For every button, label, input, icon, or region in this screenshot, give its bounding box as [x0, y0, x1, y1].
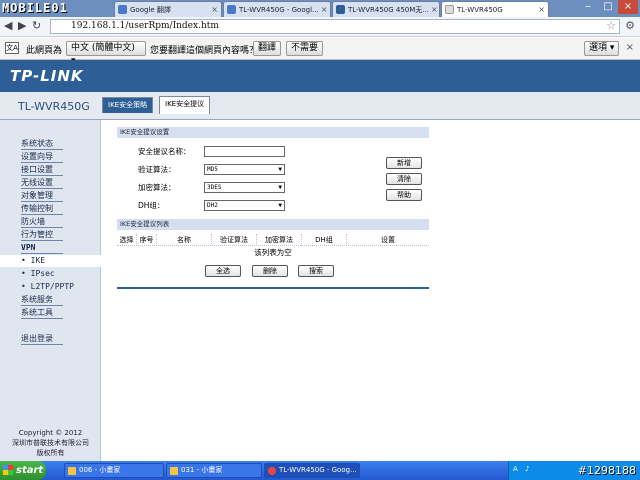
- sidebar-item-wireless[interactable]: 无线设置: [21, 177, 63, 189]
- options-button[interactable]: 選項 ▾: [584, 41, 620, 56]
- router-subheader: TL-WVR450G IKE安全策略 IKE安全提议: [0, 92, 640, 120]
- back-icon[interactable]: ◀: [4, 19, 12, 32]
- sidebar-item-logout[interactable]: 退出登录: [21, 333, 63, 345]
- sidebar-item-objects[interactable]: 对象管理: [21, 190, 63, 202]
- minimize-icon[interactable]: ‒: [578, 0, 598, 14]
- sidebar-item-interfaces[interactable]: 接口设置: [21, 164, 63, 176]
- taskbar-item-paint-031[interactable]: 031 - 小畫家: [166, 463, 262, 478]
- system-tray: A ♪ #1298188: [508, 461, 640, 480]
- clear-button[interactable]: 清除: [386, 173, 422, 185]
- speaker-icon[interactable]: ♪: [525, 465, 529, 473]
- page-icon: [445, 5, 454, 14]
- content-divider: [117, 287, 429, 289]
- tab-ike-proposal[interactable]: IKE安全提议: [159, 96, 211, 114]
- copyright: Copyright © 2012 深圳市普联技术有限公司 版权所有: [12, 429, 89, 457]
- auth-algorithm-select[interactable]: MD5 ▼: [204, 164, 285, 175]
- column-name: 名称: [157, 234, 212, 246]
- translate-button[interactable]: 翻譯: [253, 41, 282, 56]
- windows-flag-icon: [3, 465, 13, 475]
- sidebar-item-behavior[interactable]: 行为管控: [21, 229, 63, 241]
- tp-icon: [336, 5, 345, 14]
- dropdown-arrow-icon: ▼: [278, 184, 282, 191]
- column-index: 序号: [137, 234, 157, 246]
- browser-tab-product[interactable]: TL-WVR450G 450M无... ×: [332, 1, 440, 17]
- paint-icon: [68, 467, 76, 475]
- dh-group-select[interactable]: DH2 ▼: [204, 200, 285, 211]
- encryption-algorithm-label: 加密算法：: [138, 183, 176, 192]
- model-name: TL-WVR450G: [18, 100, 90, 113]
- taskbar-item-paint-006[interactable]: 006 - 小畫家: [64, 463, 164, 478]
- settings-header: IKE安全提议设置: [117, 127, 429, 138]
- translate-bar: 文A 此網頁為 中文 (簡體中文) ▾ 您要翻譯這個網頁內容嗎？ 翻譯 不需要 …: [0, 38, 640, 66]
- add-button[interactable]: 新增: [386, 157, 422, 169]
- close-tab-icon[interactable]: ×: [209, 5, 218, 14]
- reload-icon[interactable]: ↻: [32, 19, 41, 32]
- start-button[interactable]: start: [0, 461, 46, 480]
- empty-list-message: 该列表为空: [254, 248, 292, 257]
- no-thanks-button[interactable]: 不需要: [286, 41, 324, 56]
- sidebar-item-status[interactable]: 系统状态: [21, 138, 63, 150]
- proposal-name-label: 安全提议名称：: [138, 147, 191, 156]
- encryption-algorithm-select[interactable]: 3DES ▼: [204, 182, 285, 193]
- taskbar-item-chrome[interactable]: TL-WVR450G - Goog...: [264, 463, 360, 478]
- tab-ike-policy[interactable]: IKE安全策略: [102, 97, 154, 113]
- browser-tab-google-search[interactable]: TL-WVR450G - Googl... ×: [223, 1, 331, 17]
- sidebar-item-wizard[interactable]: 设置向导: [21, 151, 63, 163]
- browser-toolbar: ◀ ▶ ↻ 192.168.1.1/userRpm/Index.htm ☆ ⚙: [0, 17, 640, 37]
- column-settings: 设置: [381, 236, 395, 244]
- forward-icon[interactable]: ▶: [18, 19, 26, 32]
- tp-link-logo: TP-LINK: [10, 67, 84, 85]
- language-select[interactable]: 中文 (簡體中文) ▾: [66, 41, 146, 66]
- address-bar[interactable]: 192.168.1.1/userRpm/Index.htm: [50, 19, 620, 34]
- dropdown-arrow-icon: ▼: [278, 202, 282, 209]
- dh-group-label: DH组：: [138, 201, 165, 210]
- dropdown-arrow-icon: ▼: [278, 166, 282, 173]
- help-button[interactable]: 帮助: [386, 189, 422, 201]
- close-window-icon[interactable]: ×: [618, 0, 638, 14]
- wrench-icon[interactable]: ⚙: [625, 19, 635, 32]
- browser-tab-router[interactable]: TL-WVR450G ×: [441, 1, 549, 17]
- sidebar-item-services[interactable]: 系统服务: [21, 294, 63, 306]
- browser-tab-google-translate[interactable]: Google 翻譯 ×: [114, 1, 222, 17]
- column-dh: DH组: [302, 234, 347, 246]
- browser-tab-strip: MOBILE01 Google 翻譯 × TL-WVR450G - Googl.…: [0, 0, 640, 17]
- sidebar-item-ipsec[interactable]: • IPsec: [21, 268, 63, 280]
- router-header: TP-LINK: [0, 60, 640, 92]
- translate-prefix: 此網頁為: [26, 46, 63, 56]
- translate-icon: 文A: [5, 42, 19, 54]
- paint-icon: [170, 467, 178, 475]
- auth-algorithm-label: 验证算法：: [138, 165, 176, 174]
- sidebar-item-vpn[interactable]: VPN: [21, 242, 63, 254]
- select-all-button[interactable]: 全选: [205, 265, 241, 277]
- proposal-name-input[interactable]: [204, 146, 285, 157]
- chrome-icon: [268, 467, 276, 475]
- sidebar-item-ike[interactable]: • IKE: [0, 255, 101, 267]
- close-tab-icon[interactable]: ×: [536, 5, 545, 14]
- delete-button[interactable]: 删除: [252, 265, 288, 277]
- windows-taskbar: start 006 - 小畫家 031 - 小畫家 TL-WVR450G - G…: [0, 461, 640, 480]
- sidebar-item-firewall[interactable]: 防火墙: [21, 216, 63, 228]
- column-auth: 验证算法: [212, 234, 257, 246]
- column-select: 选择: [117, 234, 137, 246]
- language-icon[interactable]: A: [513, 465, 518, 473]
- google-icon: [227, 5, 236, 14]
- watermark: #1298188: [577, 464, 636, 477]
- sidebar-item-transmission[interactable]: 传输控制: [21, 203, 63, 215]
- close-tab-icon[interactable]: ×: [429, 5, 438, 14]
- translate-question: 您要翻譯這個網頁內容嗎？: [150, 46, 259, 56]
- bookmark-star-icon[interactable]: ☆: [606, 19, 616, 32]
- column-encryption: 加密算法: [257, 234, 302, 246]
- mobile01-logo: MOBILE01: [2, 1, 68, 15]
- maximize-icon[interactable]: □: [598, 0, 618, 14]
- close-icon[interactable]: ×: [626, 42, 634, 53]
- sidebar-item-tools[interactable]: 系统工具: [21, 307, 63, 319]
- search-button[interactable]: 搜索: [298, 265, 334, 277]
- list-header: IKE安全提议列表: [117, 219, 429, 230]
- close-tab-icon[interactable]: ×: [319, 5, 328, 14]
- sidebar-item-l2tp-pptp[interactable]: • L2TP/PPTP: [21, 281, 74, 293]
- google-icon: [118, 5, 127, 14]
- sidebar: 系统状态 设置向导 接口设置 无线设置 对象管理 传输控制 防火墙 行为管控 V…: [0, 120, 101, 461]
